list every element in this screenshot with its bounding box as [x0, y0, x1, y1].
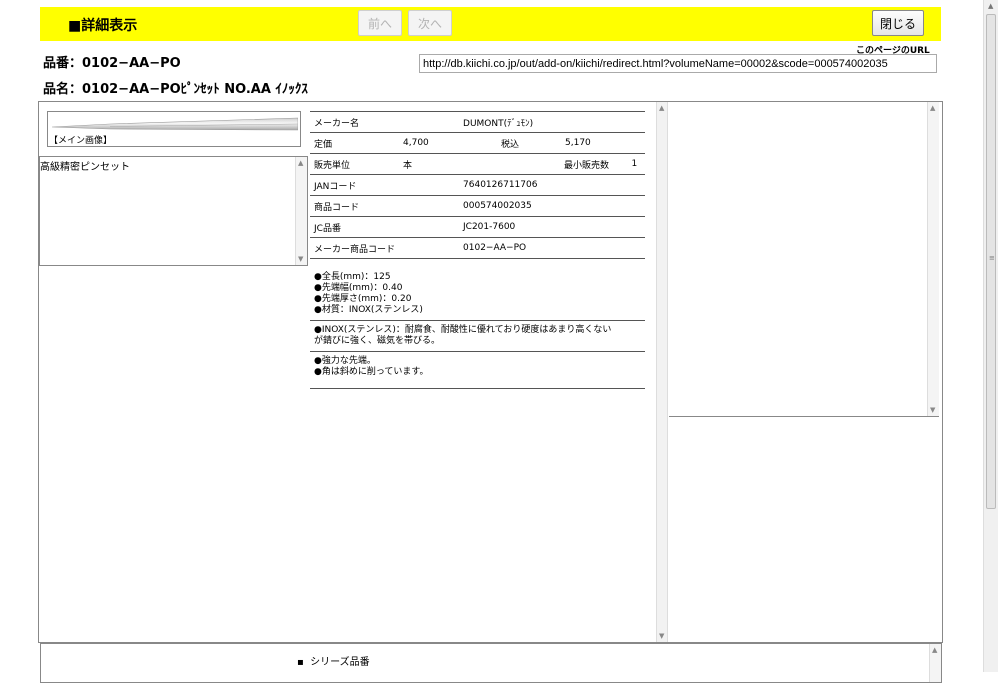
scroll-up-icon: ▲ [930, 104, 936, 112]
spec-value: JC201-7600 [399, 216, 645, 238]
scroll-thumb[interactable]: ≡ [986, 14, 996, 509]
scroll-up-icon: ▲ [659, 104, 665, 112]
right-upper-panel: ▲ ▼ [669, 102, 939, 417]
page-title: ■詳細表示 [68, 18, 138, 34]
spec-value: DUMONT(ﾃﾞｭﾓﾝ) [399, 111, 645, 133]
spec-label: JANコード [310, 174, 400, 196]
spec-label: メーカー名 [310, 111, 400, 133]
note-line: ●全長(mm)：125 [314, 272, 391, 282]
spec-label: メーカー商品コード [310, 237, 400, 259]
product-name: 品名：0102−AA−POﾋﾟﾝｾｯﾄ NO.AA ｲﾉｯｸｽ [43, 82, 308, 97]
main-image-box[interactable]: 【メイン画像】 [47, 111, 301, 147]
right-panel-scrollbar[interactable]: ▲ ▼ [927, 102, 939, 416]
note-line: ●強力な先端。 [314, 356, 376, 366]
note-line: が錆びに強く、磁気を帯びる。 [314, 336, 441, 346]
grip-icon: ≡ [989, 254, 995, 262]
note-line: ●先端幅(mm)：0.40 [314, 283, 403, 293]
header-bar: ■詳細表示 前へ 次へ 閉じる [40, 7, 941, 41]
scroll-up-icon: ▲ [988, 2, 994, 10]
middle-scrollbar[interactable]: ▲ ▼ [656, 102, 668, 642]
spec-label: 定価 [310, 132, 400, 154]
series-scrollbar[interactable]: ▲ [929, 644, 941, 682]
table-row: 定価 4,700 税込 5,170 [310, 132, 645, 154]
spec-value: 5,170 [561, 132, 645, 154]
spec-label: JC品番 [310, 216, 400, 238]
product-number: 品番：0102−AA−PO [43, 56, 181, 71]
spec-value: 000574002035 [399, 195, 645, 217]
note-line: ●先端厚さ(mm)：0.20 [314, 294, 412, 304]
feature-notes-block: ●強力な先端。 ●角は斜めに削っています。 [310, 352, 645, 389]
table-row: JANコード 7640126711706 [310, 174, 645, 196]
scroll-up-icon: ▲ [932, 646, 938, 654]
description-text: 高級精密ピンセット [40, 162, 130, 173]
next-button[interactable]: 次へ [408, 10, 452, 36]
spec-value: 7640126711706 [399, 174, 645, 196]
note-line: ●INOX(ステンレス)：耐腐食、耐酸性に優れており硬度はあまり高くない [314, 325, 612, 335]
series-item-text: シリーズ品番 [310, 657, 370, 668]
scroll-up-icon: ▲ [298, 159, 304, 167]
prev-button[interactable]: 前へ [358, 10, 402, 36]
material-notes-block: ●INOX(ステンレス)：耐腐食、耐酸性に優れており硬度はあまり高くない が錆び… [310, 321, 645, 352]
scroll-down-icon: ▼ [930, 406, 936, 414]
spec-label: 商品コード [310, 195, 400, 217]
spec-table: メーカー名 DUMONT(ﾃﾞｭﾓﾝ) 定価 4,700 税込 5,170 販売… [310, 111, 645, 259]
description-scrollbar[interactable]: ▲ ▼ [295, 157, 307, 265]
scroll-down-icon: ▼ [298, 255, 304, 263]
table-row: JC品番 JC201-7600 [310, 216, 645, 238]
spec-value: 4,700 [399, 132, 498, 154]
tweezer-image [51, 117, 298, 131]
table-row: メーカー名 DUMONT(ﾃﾞｭﾓﾝ) [310, 111, 645, 133]
table-row: 販売単位 本 最小販売数 1 [310, 153, 645, 175]
table-row: 商品コード 000574002035 [310, 195, 645, 217]
table-row: メーカー商品コード 0102−AA−PO [310, 237, 645, 259]
spec-value: 本 [399, 153, 498, 175]
note-line: ●角は斜めに削っています。 [314, 367, 429, 377]
main-image-caption: 【メイン画像】 [49, 136, 113, 146]
spec-value: 0102−AA−PO [399, 237, 645, 259]
series-item-label: ▪ シリーズ品番 [297, 657, 370, 668]
spec-notes-block: ●全長(mm)：125 ●先端幅(mm)：0.40 ●先端厚さ(mm)：0.20… [310, 268, 645, 321]
series-frame: ▪ シリーズ品番 ▲ [40, 643, 942, 683]
spec-label: 販売単位 [310, 153, 400, 175]
description-box[interactable]: 高級精密ピンセット ▲ ▼ [39, 156, 308, 266]
page-scrollbar[interactable]: ▲ ≡ [983, 0, 998, 672]
page-url-field[interactable]: http://db.kiichi.co.jp/out/add-on/kiichi… [419, 54, 937, 73]
note-line: ●材質：INOX(ステンレス) [314, 305, 423, 315]
spec-value: 1 [627, 153, 645, 175]
spec-label: 税込 [497, 132, 562, 154]
scroll-down-icon: ▼ [659, 632, 665, 640]
close-button[interactable]: 閉じる [872, 10, 924, 36]
feature-notes: ●全長(mm)：125 ●先端幅(mm)：0.40 ●先端厚さ(mm)：0.20… [310, 268, 645, 389]
spec-label: 最小販売数 [497, 153, 628, 175]
